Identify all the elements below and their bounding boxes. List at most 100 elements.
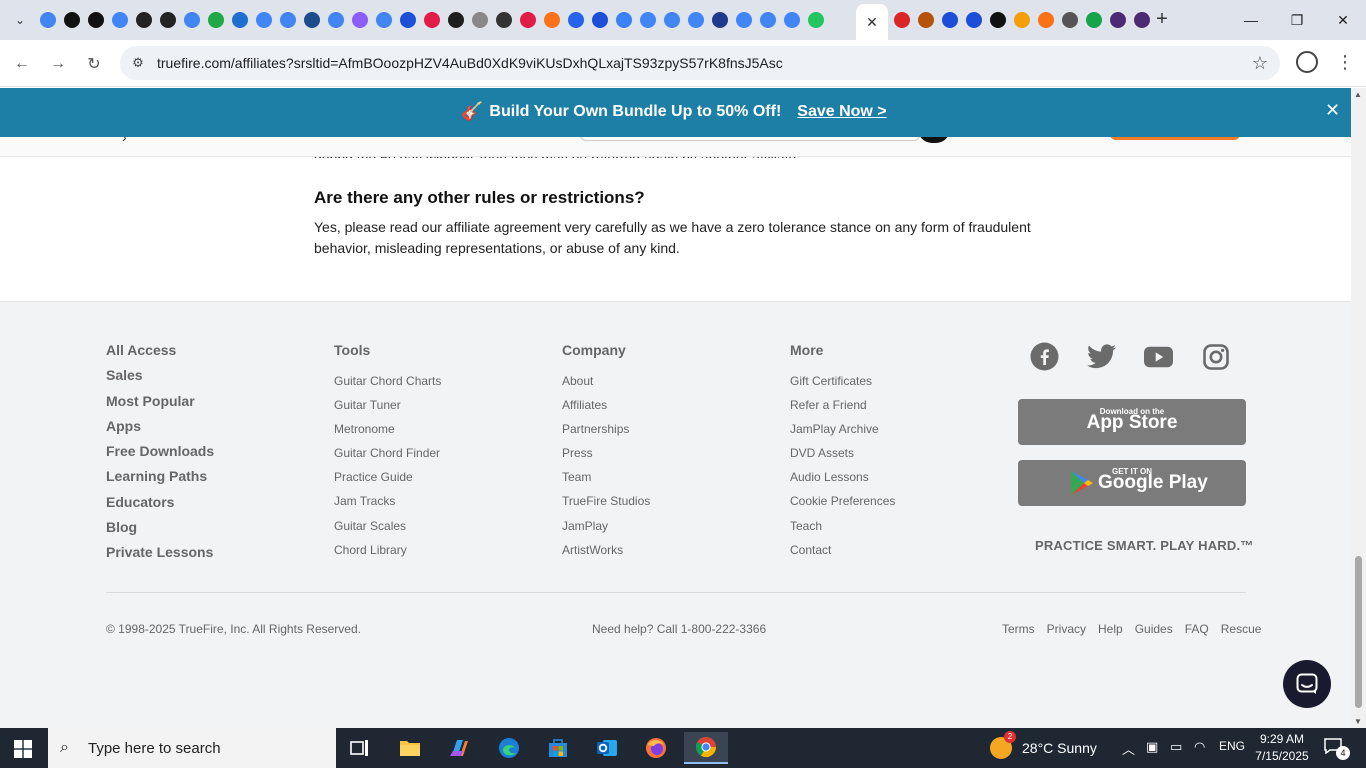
footer-link[interactable]: Contact [790,543,895,567]
tab-27[interactable] [684,8,708,32]
tab-right-5[interactable] [1010,8,1034,32]
tab-14[interactable] [372,8,396,32]
file-explorer-icon[interactable] [390,732,430,764]
tab-10[interactable] [276,8,300,32]
tab-right-4[interactable] [986,8,1010,32]
footer-primary-link[interactable]: Educators [106,494,214,519]
footer-link[interactable]: Metronome [334,422,441,446]
footer-link[interactable]: JamPlay [562,519,650,543]
footer-link[interactable]: DVD Assets [790,446,895,470]
tab-right-3[interactable] [962,8,986,32]
tab-19[interactable] [492,8,516,32]
weather-widget[interactable]: 2 28°C Sunny [990,731,1097,759]
tab-25[interactable] [636,8,660,32]
footer-primary-link[interactable]: Blog [106,519,214,544]
instagram-icon[interactable] [1201,342,1230,371]
task-view-icon[interactable] [340,732,380,764]
footer-primary-link[interactable]: Most Popular [106,393,214,418]
menu-kebab-icon[interactable]: ⋮ [1336,52,1354,73]
url-text[interactable]: truefire.com/affiliates?srsltid=AfmBOooz… [157,55,783,71]
copilot-icon[interactable] [439,732,479,764]
scroll-down-icon[interactable]: ▼ [1354,717,1362,726]
tab-23[interactable] [588,8,612,32]
footer-link[interactable]: Partnerships [562,422,650,446]
notifications-icon[interactable]: 4 [1324,738,1350,760]
footer-link[interactable]: ArtistWorks [562,543,650,567]
google-play-button[interactable]: GET IT ON Google Play [1018,460,1246,506]
footer-link[interactable]: Cookie Preferences [790,494,895,518]
footer-link[interactable]: Jam Tracks [334,494,441,518]
microsoft-store-icon[interactable] [538,732,578,764]
footer-link[interactable]: Guitar Scales [334,519,441,543]
taskbar-search-box[interactable]: ⌕ Type here to search [48,728,336,768]
tab-right-8[interactable] [1082,8,1106,32]
back-icon[interactable]: ← [8,50,36,78]
tab-22[interactable] [564,8,588,32]
tab-1[interactable] [60,8,84,32]
tab-right-0[interactable] [890,8,914,32]
footer-link[interactable]: Gift Certificates [790,374,895,398]
language-indicator[interactable]: ENG [1219,739,1245,753]
tab-9[interactable] [252,8,276,32]
promo-close-icon[interactable]: ✕ [1325,100,1340,121]
chrome-taskbar-icon[interactable] [684,732,728,764]
tab-17[interactable] [444,8,468,32]
save-now-link[interactable]: Save Now > [797,103,886,121]
footer-link[interactable]: JamPlay Archive [790,422,895,446]
tab-21[interactable] [540,8,564,32]
clock[interactable]: 9:29 AM 7/15/2025 [1250,731,1314,765]
restore-icon[interactable]: ❐ [1274,0,1320,40]
tray-chevron-icon[interactable]: ︿ [1122,739,1135,758]
footer-legal-link[interactable]: Rescue [1221,622,1262,636]
battery-icon[interactable]: ▭ [1170,739,1182,755]
tab-4[interactable] [132,8,156,32]
footer-legal-link[interactable]: Guides [1135,622,1173,636]
chat-launcher-button[interactable] [1283,660,1331,708]
footer-legal-link[interactable]: Terms [1002,622,1035,636]
footer-primary-link[interactable]: Learning Paths [106,468,214,493]
active-tab[interactable]: ✕ [856,4,888,40]
footer-link[interactable]: Audio Lessons [790,470,895,494]
tab-5[interactable] [156,8,180,32]
tab-29[interactable] [732,8,756,32]
footer-link[interactable]: Refer a Friend [790,398,895,422]
tab-3[interactable] [108,8,132,32]
footer-legal-link[interactable]: Privacy [1047,622,1086,636]
footer-primary-link[interactable]: Apps [106,418,214,443]
tab-right-7[interactable] [1058,8,1082,32]
forward-icon[interactable]: → [44,50,72,78]
minimize-icon[interactable]: — [1228,0,1274,40]
footer-link[interactable]: Practice Guide [334,470,441,494]
youtube-icon[interactable] [1144,342,1173,371]
footer-link[interactable]: Chord Library [334,543,441,567]
site-info-icon[interactable]: ⚙ [130,55,146,71]
footer-primary-link[interactable]: Private Lessons [106,544,214,569]
footer-link[interactable]: Guitar Tuner [334,398,441,422]
footer-link[interactable]: TrueFire Studios [562,494,650,518]
tab-0[interactable] [36,8,60,32]
app-store-button[interactable]: Download on the App Store [1018,399,1246,445]
footer-legal-link[interactable]: FAQ [1185,622,1209,636]
tab-31[interactable] [780,8,804,32]
tab-12[interactable] [324,8,348,32]
tab-6[interactable] [180,8,204,32]
footer-link[interactable]: Team [562,470,650,494]
windows-start-icon[interactable] [14,740,32,763]
window-close-icon[interactable]: ✕ [1320,0,1366,40]
footer-link[interactable]: Guitar Chord Finder [334,446,441,470]
outlook-icon[interactable] [587,732,627,764]
scroll-thumb[interactable] [1355,556,1362,708]
tab-search-chevron-icon[interactable]: ⌄ [8,8,32,32]
footer-link[interactable]: Guitar Chord Charts [334,374,441,398]
edge-icon[interactable] [489,732,529,764]
tab-13[interactable] [348,8,372,32]
tab-26[interactable] [660,8,684,32]
tab-30[interactable] [756,8,780,32]
tab-right-6[interactable] [1034,8,1058,32]
firefox-icon[interactable] [636,732,676,764]
address-bar[interactable]: ⚙ truefire.com/affiliates?srsltid=AfmBOo… [120,46,1280,80]
footer-link[interactable]: Press [562,446,650,470]
tab-close-icon[interactable]: ✕ [866,14,878,31]
footer-legal-link[interactable]: Help [1098,622,1123,636]
tab-15[interactable] [396,8,420,32]
